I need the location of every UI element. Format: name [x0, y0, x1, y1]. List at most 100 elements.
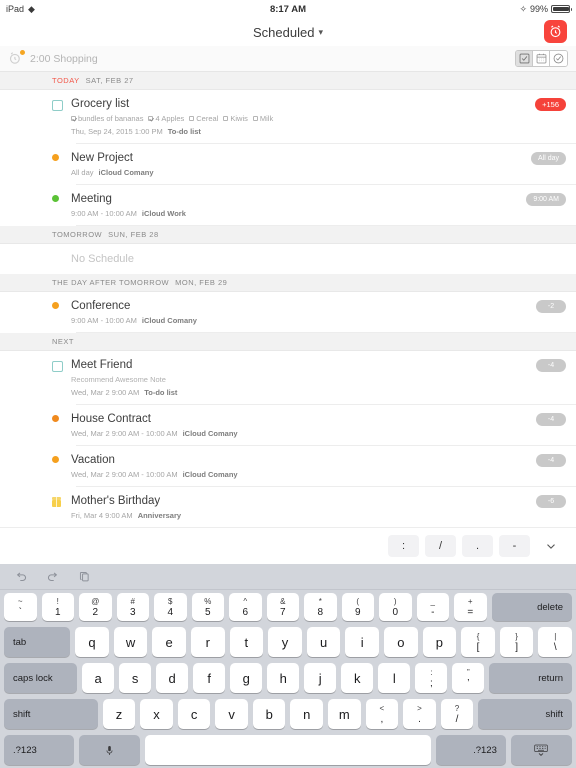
checklist-item[interactable]: Kiwis [223, 113, 248, 124]
key-p[interactable]: p [422, 627, 457, 657]
key-u[interactable]: u [306, 627, 341, 657]
alarm-button[interactable] [544, 20, 567, 43]
list-item-body: Grocery list bundles of bananas 4 Apples Ce… [52, 97, 527, 137]
list-item[interactable]: Conference 9:00 AM - 10:00 AM iCloud Coman… [0, 292, 576, 333]
key-q[interactable]: q [75, 627, 109, 657]
checklist-item[interactable]: 4 Apples [148, 113, 184, 124]
key-`[interactable]: ~ ` [4, 593, 37, 621]
shortcut-key[interactable]: / [425, 535, 456, 557]
hide-keyboard-icon[interactable] [510, 735, 573, 765]
list-item-title: Grocery list [71, 98, 130, 110]
key-6[interactable]: ^ 6 [229, 593, 262, 621]
key-j[interactable]: j [304, 663, 337, 693]
key-m[interactable]: m [328, 699, 361, 729]
key-f[interactable]: f [193, 663, 226, 693]
key-sym-2[interactable]: ? / [440, 699, 474, 729]
key-d[interactable]: d [156, 663, 189, 693]
keyboard-row-space[interactable]: .?123 .?123 [0, 732, 576, 768]
key-o[interactable]: o [384, 627, 418, 657]
key-4[interactable]: $4 [154, 593, 187, 621]
key-0[interactable]: ) 0 [379, 593, 412, 621]
list-item[interactable]: Meeting 9:00 AM - 10:00 AM iCloud Work 9:00… [0, 185, 576, 226]
checklist-item[interactable]: Milk [252, 113, 273, 124]
list-item[interactable]: Vacation Wed, Mar 2 9:00 AM - 10:00 AM iCl… [0, 446, 576, 487]
key-=[interactable]: + = [454, 593, 487, 621]
keyboard-shortcut-bar[interactable]: : /. - [0, 528, 576, 564]
keyboard-row-shift[interactable]: shift z x c v b n m <, >.? / shift [0, 696, 576, 732]
redo-icon[interactable] [46, 570, 60, 584]
key-y[interactable]: y [268, 627, 302, 657]
caps-lock-key[interactable]: caps lock [4, 663, 78, 693]
keyboard-row-home[interactable]: caps lock a s d f g h j k l:;”’ return [0, 660, 576, 696]
todo-checkbox[interactable] [52, 361, 63, 372]
numeric-mode-key-left[interactable]: .?123 [4, 735, 75, 765]
key-k[interactable]: k [341, 663, 374, 693]
key-bracket-0[interactable]: {[ [461, 627, 495, 657]
key-sym-1[interactable]: >. [403, 699, 436, 729]
key-bracket-1[interactable]: }] [499, 627, 534, 657]
space-key[interactable] [145, 735, 431, 765]
key-x[interactable]: x [140, 699, 173, 729]
numeric-mode-key-right[interactable]: .?123 [435, 735, 506, 765]
keyboard-tool-row[interactable] [0, 564, 576, 590]
onscreen-keyboard[interactable]: ~ `! 1 @2 #3 $4% 5 ^ 6 & 7 * 8(9) 0 _ - + = delete tab q w e r… [0, 564, 576, 768]
key-sym-0[interactable]: <, [365, 699, 399, 729]
key-s[interactable]: s [119, 663, 152, 693]
segment-checkbox-square[interactable] [516, 51, 533, 66]
schedule-list[interactable]: TODAY SAT, FEB 27 Grocery list bundles of b… [0, 72, 576, 528]
undo-icon[interactable] [14, 570, 28, 584]
list-item[interactable]: House Contract Wed, Mar 2 9:00 AM - 10:00… [0, 405, 576, 446]
shift-right-key[interactable]: shift [478, 699, 572, 729]
nav-title-dropdown[interactable]: Scheduled ▾ [253, 25, 323, 40]
key-t[interactable]: t [229, 627, 264, 657]
key-h[interactable]: h [267, 663, 300, 693]
todo-checkbox[interactable] [52, 100, 63, 111]
key-2[interactable]: @2 [79, 593, 112, 621]
segment-calendar[interactable] [533, 51, 550, 66]
key-1[interactable]: ! 1 [41, 593, 74, 621]
key-3[interactable]: #3 [116, 593, 149, 621]
key-punct-0[interactable]: :; [415, 663, 448, 693]
keyboard-row-numbers[interactable]: ~ `! 1 @2 #3 $4% 5 ^ 6 & 7 * 8(9) 0 _ - + = delete [0, 590, 576, 624]
key-glyph: \ [553, 641, 557, 653]
key-b[interactable]: b [252, 699, 286, 729]
shortcut-key[interactable]: - [499, 535, 530, 557]
checklist-item[interactable]: Cereal [189, 113, 218, 124]
key--[interactable]: _ - [416, 593, 449, 621]
microphone-icon[interactable] [79, 735, 141, 765]
key-punct-1[interactable]: ”’ [452, 663, 485, 693]
key-v[interactable]: v [215, 699, 248, 729]
shift-left-key[interactable]: shift [4, 699, 98, 729]
view-mode-segmented-control[interactable] [515, 50, 568, 67]
key-e[interactable]: e [152, 627, 186, 657]
key-z[interactable]: z [102, 699, 136, 729]
list-item[interactable]: New Project All day iCloud Comany All day [0, 144, 576, 185]
key-bracket-2[interactable]: | \ [538, 627, 573, 657]
list-item[interactable]: Meet Friend Recommend Awesome Note Wed, Ma… [0, 351, 576, 405]
delete-key[interactable]: delete [491, 593, 572, 621]
reminder-bar[interactable]: 2:00 Shopping [0, 46, 576, 72]
key-g[interactable]: g [230, 663, 263, 693]
chevron-down-icon[interactable] [536, 535, 566, 557]
paste-icon[interactable] [78, 570, 92, 584]
key-c[interactable]: c [177, 699, 211, 729]
key-l[interactable]: l [378, 663, 411, 693]
key-9[interactable]: (9 [341, 593, 374, 621]
key-n[interactable]: n [290, 699, 324, 729]
key-7[interactable]: & 7 [266, 593, 299, 621]
checklist-item[interactable]: bundles of bananas [71, 113, 143, 124]
key-i[interactable]: i [345, 627, 379, 657]
key-5[interactable]: % 5 [191, 593, 224, 621]
segment-check-circle[interactable] [550, 51, 567, 66]
tab-key[interactable]: tab [4, 627, 71, 657]
key-8[interactable]: * 8 [304, 593, 337, 621]
keyboard-row-qwerty[interactable]: tab q w e r t y u i o p{[}] | \ [0, 624, 576, 660]
key-a[interactable]: a [82, 663, 115, 693]
key-w[interactable]: w [113, 627, 148, 657]
shortcut-key[interactable]: : [388, 535, 419, 557]
list-item[interactable]: Mother's Birthday Fri, Mar 4 9:00 AM Anniv… [0, 487, 576, 528]
shortcut-key[interactable]: . [462, 535, 493, 557]
return-key[interactable]: return [489, 663, 573, 693]
list-item[interactable]: Grocery list bundles of bananas 4 Apples Ce… [0, 90, 576, 144]
key-r[interactable]: r [190, 627, 225, 657]
